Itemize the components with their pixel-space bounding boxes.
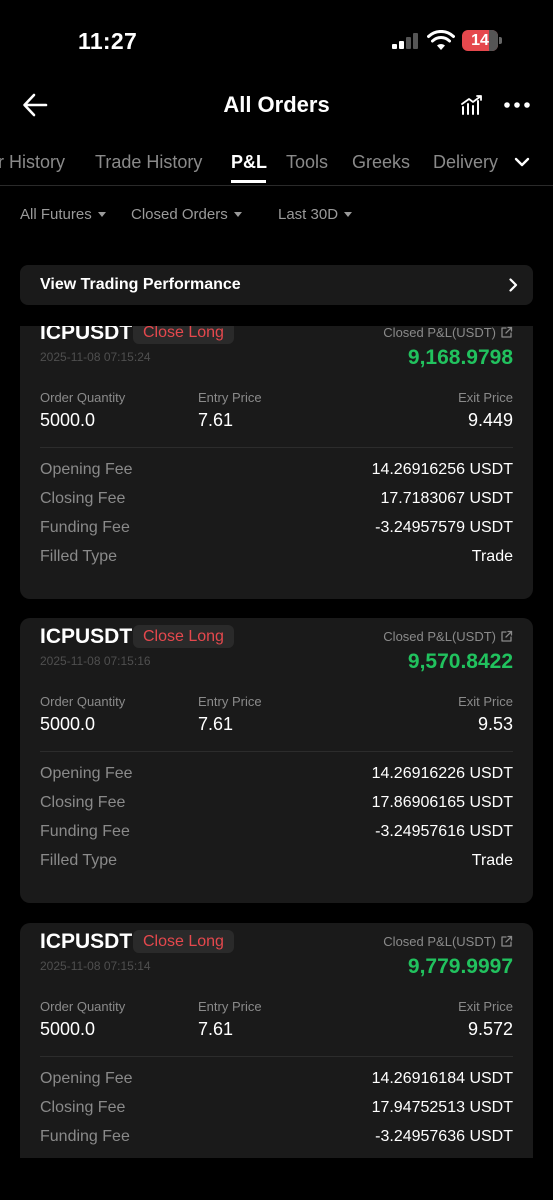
closing-fee-row: Closing Fee 17.7183067 USDT (40, 490, 513, 507)
tab-r-history[interactable]: r History (0, 152, 65, 173)
opening-fee-row: Opening Fee 14.26916184 USDT (40, 1070, 513, 1087)
order-card[interactable]: ICPUSDT Close Long 2025-11-08 07:15:24 C… (20, 326, 533, 599)
closing-fee-row: Closing Fee 17.94752513 USDT (40, 1099, 513, 1116)
order-quantity-label: Order Quantity (40, 390, 126, 405)
performance-label: View Trading Performance (40, 276, 241, 293)
entry-price-label: Entry Price (198, 390, 262, 405)
tab-delivery[interactable]: Delivery (433, 152, 498, 173)
tab-tools[interactable]: Tools (286, 152, 328, 173)
funding-fee-row: Funding Fee -3.24957616 USDT (40, 823, 513, 840)
caret-down-icon (344, 211, 353, 217)
share-icon[interactable] (500, 935, 513, 948)
filter-bar: All Futures Closed Orders Last 30D (0, 200, 553, 232)
caret-down-icon (233, 211, 242, 217)
header: All Orders (0, 80, 553, 132)
exit-price-label: Exit Price (458, 999, 513, 1014)
closed-pnl-label: Closed P&L(USDT) (383, 934, 513, 949)
chevron-right-icon (509, 278, 518, 292)
status-bar: 11:27 14 (0, 0, 553, 80)
wifi-icon (427, 30, 455, 50)
exit-price-value: 9.53 (477, 714, 513, 734)
side-badge: Close Long (133, 625, 234, 648)
symbol: ICPUSDT (40, 625, 133, 648)
divider (40, 1056, 513, 1057)
more-options-icon[interactable] (504, 102, 530, 108)
order-list: ICPUSDT Close Long 2025-11-08 07:15:24 C… (0, 326, 553, 1158)
view-trading-performance-button[interactable]: View Trading Performance (20, 265, 533, 305)
order-card[interactable]: ICPUSDT Close Long 2025-11-08 07:15:16 C… (20, 618, 533, 903)
battery-level: 14 (471, 31, 489, 49)
filter-closed-orders[interactable]: Closed Orders (131, 206, 242, 223)
entry-price-value: 7.61 (198, 410, 234, 430)
filter-last-30d[interactable]: Last 30D (278, 206, 353, 223)
caret-down-icon (97, 211, 106, 217)
tab-trade-history[interactable]: Trade History (95, 152, 202, 173)
divider (40, 447, 513, 448)
filled-type-row: Filled Type Trade (40, 548, 513, 565)
opening-fee-row: Opening Fee 14.26916256 USDT (40, 461, 513, 478)
symbol: ICPUSDT (40, 930, 133, 953)
closed-pnl-value: 9,570.8422 (407, 650, 513, 673)
closed-pnl-label: Closed P&L(USDT) (383, 326, 513, 340)
symbol: ICPUSDT (40, 326, 133, 344)
chart-icon[interactable] (460, 94, 484, 116)
order-time: 2025-11-08 07:15:14 (40, 959, 151, 973)
order-quantity-value: 5000.0 (40, 410, 96, 430)
side-badge: Close Long (133, 326, 234, 344)
order-quantity-value: 5000.0 (40, 1019, 96, 1039)
exit-price-label: Exit Price (458, 390, 513, 405)
battery-icon: 14 (462, 30, 502, 51)
divider (40, 751, 513, 752)
closing-fee-row: Closing Fee 17.86906165 USDT (40, 794, 513, 811)
closed-pnl-label: Closed P&L(USDT) (383, 629, 513, 644)
order-tabs: r History Trade History P&L Tools Greeks Deli… (0, 140, 553, 186)
share-icon[interactable] (500, 630, 513, 643)
chevron-down-icon[interactable] (513, 155, 531, 169)
share-icon[interactable] (500, 326, 513, 339)
active-tab-indicator (231, 180, 266, 183)
status-time: 11:27 (78, 28, 138, 54)
order-time: 2025-11-08 07:15:24 (40, 350, 151, 364)
entry-price-value: 7.61 (198, 714, 234, 734)
closed-pnl-value: 9,779.9997 (407, 955, 513, 978)
order-quantity-label: Order Quantity (40, 694, 126, 709)
filter-all-futures[interactable]: All Futures (20, 206, 106, 223)
closed-pnl-value: 9,168.9798 (407, 346, 513, 369)
tab-greeks[interactable]: Greeks (352, 152, 410, 173)
funding-fee-row: Funding Fee -3.24957636 USDT (40, 1128, 513, 1145)
exit-price-value: 9.449 (467, 410, 513, 430)
cellular-signal-icon (392, 33, 420, 49)
opening-fee-row: Opening Fee 14.26916226 USDT (40, 765, 513, 782)
exit-price-value: 9.572 (467, 1019, 513, 1039)
funding-fee-row: Funding Fee -3.24957579 USDT (40, 519, 513, 536)
entry-price-label: Entry Price (198, 999, 262, 1014)
order-time: 2025-11-08 07:15:16 (40, 654, 151, 668)
order-card[interactable]: ICPUSDT Close Long 2025-11-08 07:15:14 C… (20, 923, 533, 1158)
tab-p-l[interactable]: P&L (231, 152, 267, 173)
side-badge: Close Long (133, 930, 234, 953)
exit-price-label: Exit Price (458, 694, 513, 709)
filled-type-row: Filled Type Trade (40, 852, 513, 869)
order-quantity-label: Order Quantity (40, 999, 126, 1014)
entry-price-label: Entry Price (198, 694, 262, 709)
order-quantity-value: 5000.0 (40, 714, 96, 734)
entry-price-value: 7.61 (198, 1019, 234, 1039)
